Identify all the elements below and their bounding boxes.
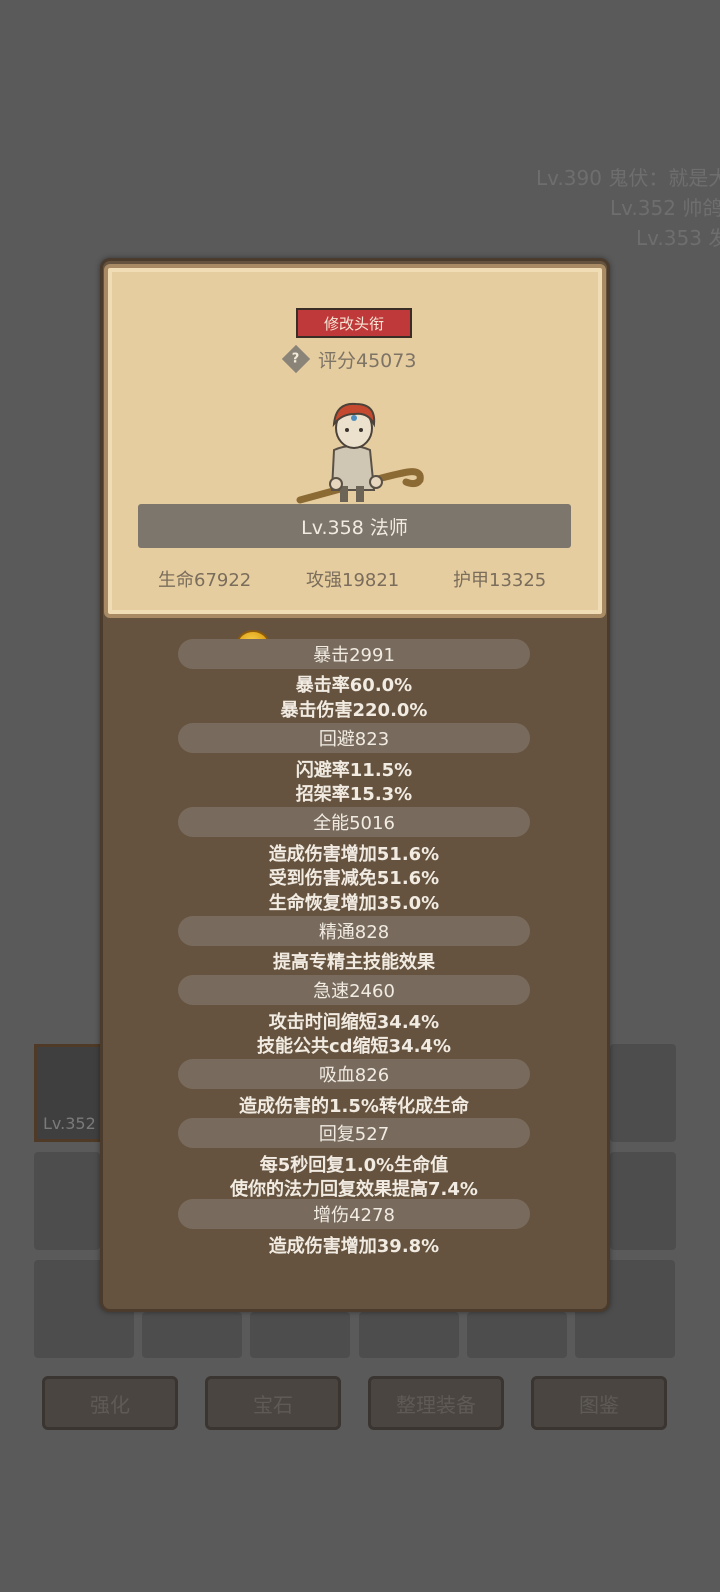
- log-line: Lv.353 发: [636, 226, 720, 250]
- gem-button[interactable]: 宝石: [205, 1376, 341, 1430]
- inventory-slot[interactable]: [34, 1152, 100, 1250]
- stat-detail-line: 招架率15.3%: [295, 784, 413, 805]
- sort-equipment-button[interactable]: 整理装备: [368, 1376, 504, 1430]
- log-line: Lv.390 鬼伏：就是大: [536, 166, 720, 190]
- stat-detail-line: 攻击时间缩短34.4%: [268, 1012, 440, 1033]
- health-stat: 生命67922: [158, 570, 252, 591]
- dodge-stat-header: 回避823: [178, 723, 530, 753]
- versatility-stat-header: 全能5016: [178, 807, 530, 837]
- codex-button[interactable]: 图鉴: [531, 1376, 667, 1430]
- inventory-slot[interactable]: [610, 1152, 676, 1250]
- inventory-slot[interactable]: [142, 1312, 242, 1358]
- haste-stat-header: 急速2460: [178, 975, 530, 1005]
- leech-stat-header: 吸血826: [178, 1059, 530, 1089]
- inventory-slot[interactable]: [250, 1312, 350, 1358]
- stat-detail-line: 造成伤害增加39.8%: [268, 1236, 440, 1257]
- help-icon[interactable]: ?: [281, 344, 311, 374]
- attack-power-stat: 攻强19821: [306, 570, 400, 591]
- stat-detail-line: 技能公共cd缩短34.4%: [256, 1036, 451, 1057]
- inventory-slot[interactable]: [359, 1312, 459, 1358]
- stat-detail-line: 暴击率60.0%: [295, 675, 413, 696]
- mastery-stat-header: 精通828: [178, 916, 530, 946]
- stat-detail-line: 造成伤害增加51.6%: [268, 844, 440, 865]
- stat-detail-line: 暴击伤害220.0%: [280, 700, 428, 721]
- regen-stat-header: 回复527: [178, 1118, 530, 1148]
- crit-stat-header: 暴击2991: [178, 639, 530, 669]
- damage-bonus-stat-header: 增伤4278: [178, 1199, 530, 1229]
- inventory-slot[interactable]: [610, 1044, 676, 1142]
- stat-detail-line: 使你的法力回复效果提高7.4%: [230, 1179, 478, 1200]
- enhance-button[interactable]: 强化: [42, 1376, 178, 1430]
- score-row: ? 评分45073: [281, 344, 417, 374]
- stat-detail-line: 生命恢复增加35.0%: [268, 893, 440, 914]
- score-value: 评分45073: [318, 349, 417, 372]
- armor-stat: 护甲13325: [453, 570, 547, 591]
- log-line: Lv.352 帅鸽: [610, 196, 720, 220]
- inventory-slot[interactable]: [467, 1312, 567, 1358]
- stat-detail-line: 造成伤害的1.5%转化成生命: [239, 1096, 469, 1117]
- slot-level-label: Lv.352: [43, 1114, 96, 1133]
- edit-title-button[interactable]: 修改头衔: [296, 308, 412, 338]
- stat-detail-line: 提高专精主技能效果: [273, 952, 435, 973]
- stat-detail-line: 每5秒回复1.0%生命值: [259, 1155, 449, 1176]
- stat-detail-line: 闪避率11.5%: [295, 760, 413, 781]
- stat-detail-line: 受到伤害减免51.6%: [268, 868, 440, 889]
- mage-avatar: [296, 402, 424, 504]
- class-level-bar: Lv.358 法师: [138, 504, 571, 548]
